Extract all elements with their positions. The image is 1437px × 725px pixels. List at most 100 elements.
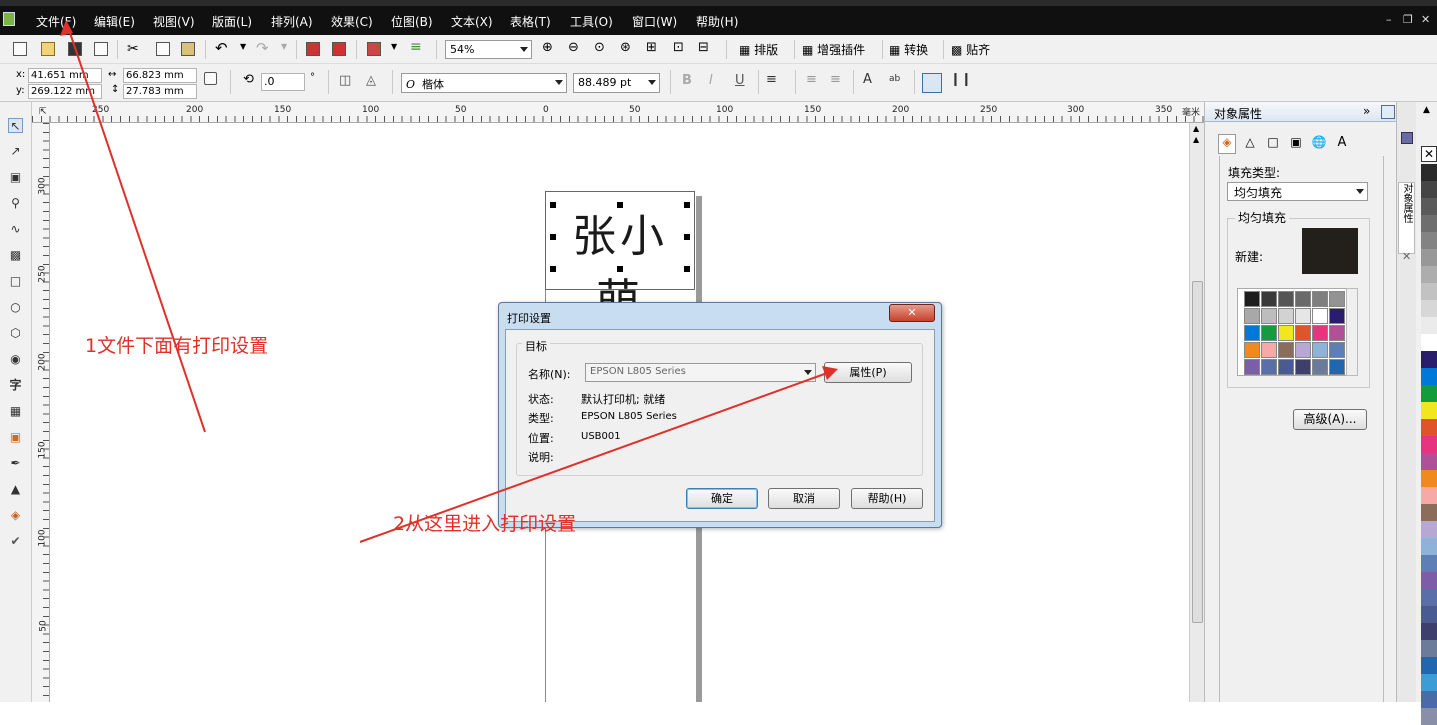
menu-effects[interactable]: 效果(C) — [331, 13, 373, 30]
color-swatch[interactable] — [1295, 308, 1311, 324]
palette-swatch[interactable] — [1421, 453, 1437, 470]
palette-swatch[interactable] — [1421, 538, 1437, 555]
color-tab-icon[interactable] — [1401, 132, 1413, 144]
horizontal-ruler[interactable]: ⇱ 250 200 150 100 50 0 50 100 150 200 25… — [32, 102, 1204, 123]
rotation-field[interactable]: .0 — [261, 73, 305, 91]
palette-swatch[interactable] — [1421, 385, 1437, 402]
cancel-button[interactable]: 取消 — [768, 488, 840, 509]
menu-text[interactable]: 文本(X) — [451, 13, 493, 30]
basic-shapes-icon[interactable]: ◉ — [8, 352, 23, 367]
palette-swatch[interactable] — [1421, 215, 1437, 232]
vertical-text-icon[interactable]: ❙❙ — [950, 72, 972, 87]
zoom-tool-icon[interactable]: ⚲ — [8, 196, 23, 211]
summary-tab-icon[interactable]: ▣ — [1287, 135, 1305, 153]
ok-button[interactable]: 确定 — [686, 488, 758, 509]
font-family-select[interactable]: O 楷体 — [401, 73, 567, 93]
vertical-scrollbar[interactable]: ▲ ▲ — [1189, 123, 1204, 702]
edit-text-icon[interactable]: ab — [889, 74, 900, 84]
palette-swatch[interactable] — [1421, 623, 1437, 640]
dialog-close-icon[interactable]: ✕ — [889, 304, 935, 322]
palette-swatch[interactable] — [1421, 436, 1437, 453]
frame-tab-icon[interactable]: □ — [1264, 135, 1282, 153]
menu-bitmaps[interactable]: 位图(B) — [391, 13, 433, 30]
underline-icon[interactable]: U — [735, 73, 745, 88]
zoom-all-icon[interactable]: ⊛ — [620, 40, 631, 55]
color-swatch[interactable] — [1244, 325, 1260, 341]
undo-dropdown-icon[interactable]: ▼ — [240, 42, 246, 51]
color-swatch[interactable] — [1295, 325, 1311, 341]
text-object-selected[interactable]: 张小萌 — [550, 202, 690, 326]
parallel-dimension-icon[interactable]: ▣ — [8, 430, 23, 445]
color-swatch[interactable] — [1244, 342, 1260, 358]
palette-swatch[interactable] — [1421, 572, 1437, 589]
color-swatch[interactable] — [1278, 325, 1294, 341]
advanced-button[interactable]: 高级(A)... — [1293, 409, 1367, 430]
color-swatch[interactable] — [1312, 325, 1328, 341]
palette-swatch[interactable] — [1421, 555, 1437, 572]
zoom-in-icon[interactable]: ⊕ — [542, 40, 553, 55]
color-swatch[interactable] — [1329, 342, 1345, 358]
convert-button[interactable]: ▦ 转换 — [889, 41, 928, 58]
selection-handle[interactable] — [550, 234, 556, 240]
polygon-tool-icon[interactable]: ⬡ — [8, 326, 23, 341]
expand-icon[interactable]: » — [1363, 104, 1370, 118]
scroll-up-icon[interactable]: ▲ — [1193, 135, 1199, 144]
italic-icon[interactable]: I — [709, 73, 713, 88]
color-swatch[interactable] — [1278, 359, 1294, 375]
menu-layout[interactable]: 版面(L) — [212, 13, 252, 30]
palette-swatch[interactable] — [1421, 674, 1437, 691]
bullet-list-icon[interactable]: ≡ — [806, 72, 817, 87]
export-icon[interactable] — [332, 42, 346, 56]
zoom-height-icon[interactable]: ⊟ — [698, 40, 709, 55]
font-size-select[interactable]: 88.489 pt — [573, 73, 660, 93]
color-swatch[interactable] — [1295, 342, 1311, 358]
ellipse-tool-icon[interactable]: ○ — [8, 300, 23, 315]
fill-tab-icon[interactable]: ◈ — [1218, 134, 1236, 154]
color-swatch[interactable] — [1312, 359, 1328, 375]
palette-swatch[interactable] — [1421, 504, 1437, 521]
palette-swatch[interactable] — [1421, 300, 1437, 317]
color-swatch[interactable] — [1244, 291, 1260, 307]
rectangle-tool-icon[interactable]: □ — [8, 274, 23, 289]
palette-swatch[interactable] — [1421, 232, 1437, 249]
color-swatch[interactable] — [1312, 342, 1328, 358]
import-icon[interactable] — [306, 42, 320, 56]
color-grid-scrollbar[interactable] — [1346, 288, 1358, 376]
close-icon[interactable]: ✕ — [1421, 13, 1430, 26]
outline-tab-icon[interactable]: △ — [1241, 135, 1259, 153]
palette-swatch[interactable] — [1421, 351, 1437, 368]
fill-tool-icon[interactable]: ◈ — [8, 508, 23, 523]
palette-swatch[interactable] — [1421, 589, 1437, 606]
scroll-up-icon[interactable]: ▲ — [1193, 124, 1199, 133]
no-color-swatch[interactable]: ✕ — [1421, 146, 1437, 162]
x-position-field[interactable]: 41.651 mm — [28, 68, 102, 83]
color-swatch[interactable] — [1278, 308, 1294, 324]
properties-button[interactable]: 属性(P) — [824, 362, 912, 383]
palette-swatch[interactable] — [1421, 691, 1437, 708]
text-tool-icon[interactable]: 字 — [8, 378, 23, 393]
color-swatch[interactable] — [1261, 291, 1277, 307]
color-swatch[interactable] — [1329, 308, 1345, 324]
fill-type-select[interactable]: 均匀填充 — [1227, 182, 1368, 201]
color-swatch[interactable] — [1244, 308, 1260, 324]
new-document-icon[interactable] — [13, 42, 27, 56]
palette-swatch[interactable] — [1421, 317, 1437, 334]
zoom-width-icon[interactable]: ⊡ — [673, 40, 684, 55]
menu-tools[interactable]: 工具(O) — [570, 13, 613, 30]
scroll-thumb[interactable] — [1192, 281, 1203, 623]
selection-handle[interactable] — [684, 266, 690, 272]
selection-handle[interactable] — [550, 266, 556, 272]
selection-handle[interactable] — [550, 202, 556, 208]
zoom-page-icon[interactable]: ⊞ — [646, 40, 657, 55]
paste-icon[interactable] — [181, 42, 195, 56]
mirror-horizontal-icon[interactable]: ◫ — [339, 73, 351, 88]
palette-swatch[interactable] — [1421, 521, 1437, 538]
help-button[interactable]: 帮助(H) — [851, 488, 923, 509]
undo-icon[interactable]: ↶ — [215, 39, 228, 57]
smart-fill-icon[interactable]: ▩ — [8, 248, 23, 263]
selection-handle[interactable] — [617, 266, 623, 272]
palette-swatch[interactable] — [1421, 657, 1437, 674]
palette-swatch[interactable] — [1421, 164, 1437, 181]
table-tool-icon[interactable]: ▦ — [8, 404, 23, 419]
save-icon[interactable] — [68, 42, 82, 56]
